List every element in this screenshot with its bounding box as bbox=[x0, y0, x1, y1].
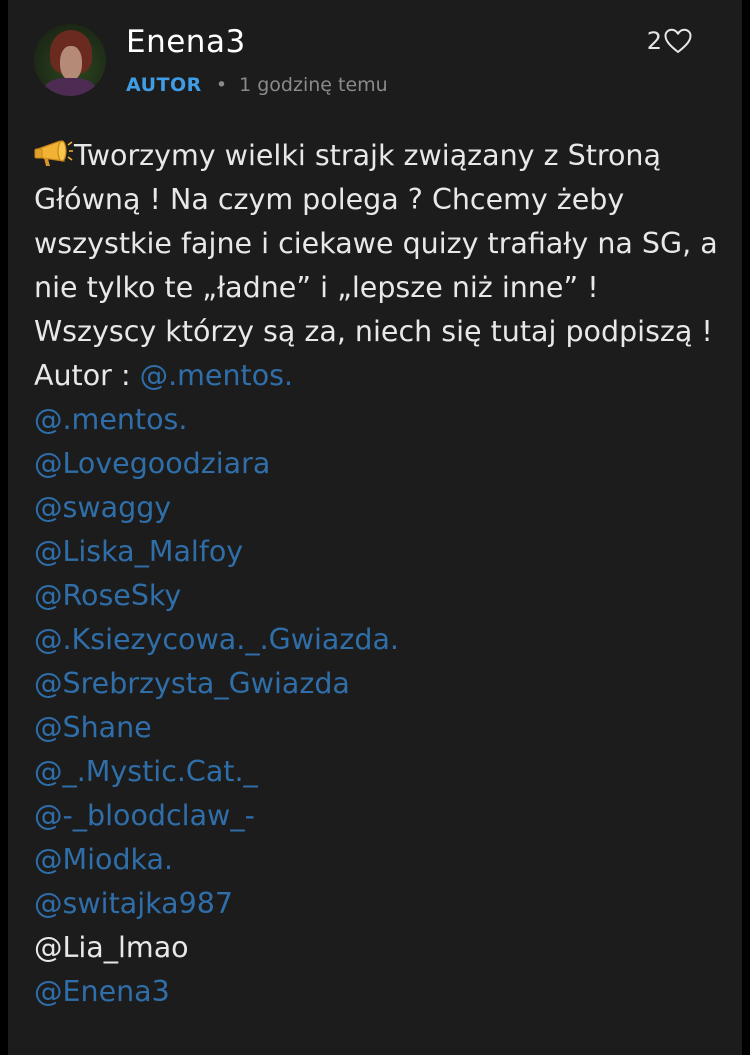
mention-plain-text: @Lia_lmao bbox=[34, 931, 189, 964]
mention-link[interactable]: @swaggy bbox=[34, 486, 724, 530]
mention-link[interactable]: @Enena3 bbox=[34, 970, 724, 1014]
avatar-clothing bbox=[44, 78, 96, 96]
avatar[interactable] bbox=[34, 24, 106, 96]
author-line: Autor : @.mentos. bbox=[34, 354, 724, 398]
mention-link[interactable]: @_.Mystic.Cat._ bbox=[34, 750, 724, 794]
avatar-face bbox=[60, 46, 82, 80]
author-username[interactable]: Enena3 bbox=[126, 24, 246, 60]
mention-author[interactable]: @.mentos. bbox=[140, 359, 293, 392]
comment-text: Tworzymy wielki strajk związany z Stroną… bbox=[34, 139, 718, 348]
mention-link[interactable]: @Lovegoodziara bbox=[34, 442, 724, 486]
author-badge: AUTOR bbox=[126, 74, 202, 96]
comment-paragraph: Tworzymy wielki strajk związany z Stroną… bbox=[34, 134, 724, 354]
mention-link[interactable]: @RoseSky bbox=[34, 574, 724, 618]
mention-link[interactable]: @-_bloodclaw_- bbox=[34, 794, 724, 838]
comment-meta: AUTOR • 1 godzinę temu bbox=[126, 74, 388, 96]
like-button[interactable]: 2 bbox=[647, 27, 692, 55]
mention-link[interactable]: @Shane bbox=[34, 706, 724, 750]
mention-link[interactable]: @Miodka. bbox=[34, 838, 724, 882]
heart-icon bbox=[664, 28, 692, 53]
mention-link[interactable]: @Srebrzysta_Gwiazda bbox=[34, 662, 724, 706]
comment-card: Enena3 AUTOR • 1 godzinę temu 2 Tworzymy… bbox=[8, 0, 742, 1055]
like-count: 2 bbox=[646, 27, 662, 55]
mention-link[interactable]: @switajka987 bbox=[34, 882, 724, 926]
megaphone-icon bbox=[34, 140, 73, 166]
meta-separator: • bbox=[215, 74, 228, 96]
mention-link[interactable]: @.mentos. bbox=[34, 398, 724, 442]
comment-timestamp: 1 godzinę temu bbox=[239, 74, 388, 96]
comment-body: Tworzymy wielki strajk związany z Stroną… bbox=[34, 134, 724, 1014]
mention-link[interactable]: @Liska_Malfoy bbox=[34, 530, 724, 574]
author-label: Autor : bbox=[34, 359, 140, 392]
mention-link[interactable]: @.Ksiezycowa._.Gwiazda. bbox=[34, 618, 724, 662]
